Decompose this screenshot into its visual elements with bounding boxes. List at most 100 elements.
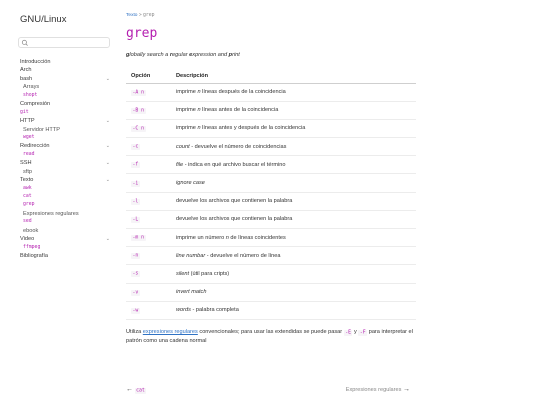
description-cell: file - indica en qué archivo buscar el t… (171, 155, 416, 175)
sidebar-item[interactable]: ffmpeg (20, 244, 112, 252)
site-title[interactable]: GNU/Linux (20, 14, 66, 25)
option-code: -c (131, 144, 140, 151)
table-row: -A n imprime n líneas después de la coinc… (126, 83, 416, 102)
table-row: -n line numbar - devuelve el número de lí… (126, 246, 416, 266)
sidebar-item-label: Servidor HTTP (23, 126, 60, 133)
subtitle-segment: lobally search a (129, 52, 170, 58)
option-cell: -w (126, 301, 171, 320)
sidebar-item[interactable]: Redirección ⌄ (20, 142, 112, 150)
sidebar-item[interactable]: grep (20, 201, 112, 209)
sidebar-item[interactable]: read (20, 151, 112, 159)
option-code: -w (131, 307, 140, 314)
search-icon (21, 39, 28, 46)
sidebar-item[interactable]: sftp (20, 168, 112, 176)
sidebar-item[interactable]: Compresión (20, 100, 112, 108)
option-cell: -l (126, 192, 171, 211)
description-text: líneas antes de la coincidencia (200, 107, 279, 114)
sidebar-item[interactable]: HTTP ⌄ (20, 117, 112, 125)
regex-link[interactable]: expresiones regulares (143, 329, 198, 335)
prev-page-label: cat (134, 387, 147, 394)
subtitle-segment: egular (172, 52, 190, 58)
sidebar-item-label: sed (23, 219, 32, 225)
sidebar-item[interactable]: SSH ⌄ (20, 159, 112, 167)
table-row: -C n imprime n líneas antes y después de … (126, 119, 416, 139)
sidebar-item-label: SSH (20, 160, 32, 167)
sidebar-item[interactable]: bash ⌄ (20, 75, 112, 83)
description-text: silent (176, 270, 190, 277)
sidebar-item-label: HTTP (20, 118, 35, 125)
description-text: líneas después de la coincidencia (200, 89, 286, 96)
sidebar-item[interactable]: Texto ⌄ (20, 176, 112, 184)
description-text: imprime (176, 89, 198, 96)
sidebar-item-label: ebook (23, 227, 39, 234)
description-cell: imprime n líneas después de la coinciden… (171, 83, 416, 102)
code-flag-f: -F (358, 329, 368, 336)
breadcrumb-section-link[interactable]: Texto (126, 13, 137, 18)
sidebar-item-label: Expresiones regulares (23, 210, 79, 217)
sidebar-item[interactable]: cat (20, 193, 112, 201)
option-code: -A n (131, 89, 146, 96)
description-cell: invert match (171, 283, 416, 302)
option-cell: -m n (126, 228, 171, 248)
table-row: -l devuelve los archivos que contienen la… (126, 192, 416, 211)
sidebar-item[interactable]: Expresiones regulares (20, 210, 112, 218)
breadcrumb-separator: > (138, 13, 142, 18)
chevron-down-icon[interactable]: ⌄ (106, 159, 110, 167)
main-content: Texto > grep grep globally search a regu… (126, 0, 416, 405)
sidebar-item[interactable]: awk (20, 185, 112, 193)
sidebar-item-label: Redirección (20, 143, 50, 150)
chevron-down-icon[interactable]: ⌄ (106, 75, 110, 83)
option-cell: -c (126, 137, 171, 157)
next-page-link[interactable]: Expresiones regulares → (346, 386, 410, 393)
table-row: -c count - devuelve el número de coincide… (126, 137, 416, 157)
chevron-down-icon[interactable]: ⌄ (106, 176, 110, 184)
chevron-down-icon[interactable]: ⌄ (106, 117, 110, 125)
sidebar-item-label: Video (20, 236, 35, 243)
description-cell: devuelve los archivos que contienen la p… (171, 210, 416, 230)
description-text: (útil para cripts) (189, 270, 230, 277)
sidebar-item[interactable]: Video ⌄ (20, 235, 112, 243)
sidebar-item[interactable]: ebook (20, 227, 112, 235)
option-code: -f (131, 162, 140, 169)
description-text: - devuelve el número de línea (205, 252, 281, 259)
description-text: de líneas coincidentes (228, 234, 286, 241)
sidebar-item[interactable]: sed (20, 218, 112, 226)
sidebar-item[interactable]: Bibliografía (20, 252, 112, 260)
breadcrumb-current: grep (142, 13, 155, 18)
column-header-description: Descripción (171, 69, 416, 84)
sidebar-item[interactable]: git (20, 109, 112, 117)
search-input[interactable] (18, 37, 110, 48)
chevron-down-icon[interactable]: ⌄ (106, 235, 110, 243)
prev-page-link[interactable]: ← cat (126, 386, 147, 394)
description-text: words (176, 307, 191, 314)
subtitle-segment: rint (232, 52, 240, 58)
option-cell: -s (126, 264, 171, 284)
sidebar-item[interactable]: wget (20, 134, 112, 142)
description-text: líneas antes y después de la coincidenci… (200, 125, 306, 132)
sidebar-item-label: awk (23, 185, 32, 191)
description-text: devuelve los archivos que contienen la p… (176, 216, 293, 223)
table-header-row: Opción Descripción (126, 69, 416, 84)
sidebar-item-label: Arch (20, 67, 32, 74)
description-cell: imprime n líneas antes y después de la c… (171, 119, 416, 139)
sidebar-item[interactable]: Arrays (20, 83, 112, 91)
description-text: - palabra completa (190, 307, 239, 314)
option-cell: -f (126, 155, 171, 175)
option-cell: -B n (126, 101, 171, 120)
sidebar: GNU/Linux Introducción Arch bash ⌄ Arrays sho… (0, 0, 116, 405)
sidebar-item[interactable]: shopt (20, 92, 112, 100)
note-text: convencionales; para usar las extendidas… (197, 329, 344, 335)
description-cell: count - devuelve el número de coincidenc… (171, 137, 416, 157)
option-code: -C n (131, 125, 146, 132)
sidebar-item[interactable]: Introducción (20, 58, 112, 66)
sidebar-item-label: Introducción (20, 59, 51, 65)
option-code: -m n (131, 235, 146, 242)
table-row: -i ignore case (126, 173, 416, 193)
column-header-option: Opción (126, 69, 171, 84)
table-row: -B n imprime n líneas antes de la coincid… (126, 101, 416, 120)
sidebar-item[interactable]: Servidor HTTP (20, 126, 112, 134)
chevron-down-icon[interactable]: ⌄ (106, 142, 110, 150)
description-text: imprime (176, 125, 198, 132)
sidebar-item[interactable]: Arch (20, 66, 112, 74)
sidebar-item-label: bash (20, 75, 33, 82)
